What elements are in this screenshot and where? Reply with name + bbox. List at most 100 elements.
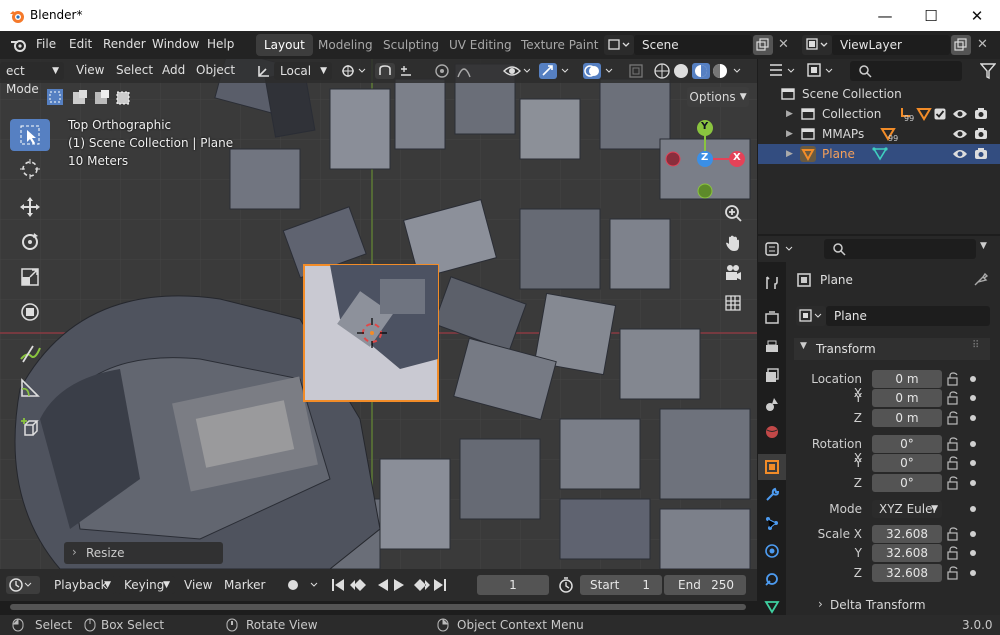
scene-remove-icon[interactable]: ✕ [778,37,789,52]
tab-particles[interactable] [758,510,786,536]
camera-view-button[interactable] [721,261,745,285]
outliner-row-mmaps[interactable]: ▶ MMAPs 99 [758,124,1000,144]
keyframe-dot[interactable] [970,506,976,512]
record-icon[interactable] [284,577,324,593]
tab-scene[interactable] [758,391,786,417]
outliner-search-input[interactable] [850,61,962,81]
lock-icon[interactable] [946,437,960,451]
tab-modifiers[interactable] [758,482,786,508]
expand-arrow-icon[interactable]: ▶ [786,144,793,164]
lock-icon[interactable] [946,566,960,580]
viewport-menu-add[interactable]: Add [162,63,185,77]
tab-constraints[interactable] [758,566,786,592]
tab-sculpting[interactable]: Sculpting [375,34,447,56]
keyframe-dot[interactable] [970,415,976,421]
selection-mode-icons[interactable] [46,88,141,106]
rotation-y-field[interactable]: 0° [872,454,942,472]
scale-y-field[interactable]: 32.608 [872,544,942,562]
keyframe-dot[interactable] [970,441,976,447]
display-mode-icon[interactable] [806,62,836,80]
tab-tool[interactable] [758,270,786,296]
keyframe-dot[interactable] [970,395,976,401]
overlay-toggle-icon[interactable] [582,62,618,80]
transform-panel-header[interactable]: ▼ Transform ⠿ [794,338,990,360]
select-box-tool[interactable] [10,119,50,151]
xray-toggle-icon[interactable] [628,63,646,79]
tab-world[interactable] [758,419,786,445]
timeline-scrubber[interactable] [0,601,757,615]
viewport-menu-view[interactable]: View [76,63,104,77]
chevron-down-icon[interactable]: ▼ [980,241,987,251]
drag-handle-icon[interactable]: ⠿ [972,340,979,351]
scene-name-field[interactable]: Scene [634,35,752,55]
move-tool[interactable] [10,191,50,223]
lock-icon[interactable] [946,476,960,490]
keyframe-dot[interactable] [970,376,976,382]
tab-output[interactable] [758,334,786,360]
pin-icon[interactable] [974,272,988,286]
tab-texture-paint[interactable]: Texture Paint [513,34,606,56]
orientation-dropdown[interactable]: Local ▼ [274,62,332,80]
lock-icon[interactable] [946,456,960,470]
eye-icon[interactable] [952,148,968,160]
location-x-field[interactable]: 0 m [872,370,942,388]
last-operator-panel[interactable]: › Resize [64,542,223,564]
menu-window[interactable]: Window [152,37,199,51]
lock-icon[interactable] [946,411,960,425]
scale-x-field[interactable]: 32.608 [872,525,942,543]
outliner-scene-collection[interactable]: Scene Collection [758,84,1000,104]
options-dropdown[interactable]: Options ▼ [687,87,749,107]
end-frame-field[interactable]: End 250 [664,575,746,595]
tab-render[interactable] [758,305,786,331]
timeline-menu-marker[interactable]: Marker [224,578,265,592]
eye-icon[interactable] [952,128,968,140]
menu-help[interactable]: Help [207,37,234,51]
mode-dropdown[interactable]: ect Mode ▼ [0,62,64,96]
measure-tool[interactable] [10,372,50,404]
playback-controls[interactable] [330,576,450,594]
shading-mode-icons[interactable] [652,62,748,80]
lock-icon[interactable] [946,372,960,386]
viewlayer-new-button[interactable] [951,35,971,55]
viewlayer-name-field[interactable]: ViewLayer [832,35,950,55]
lock-icon[interactable] [946,546,960,560]
visibility-icon[interactable] [502,63,530,79]
tab-modeling[interactable]: Modeling [310,34,381,56]
start-frame-field[interactable]: Start 1 [580,575,662,595]
rotate-tool[interactable] [10,226,50,258]
delta-transform-header[interactable]: › Delta Transform [794,595,990,615]
keyframe-dot[interactable] [970,480,976,486]
annotate-tool[interactable] [10,337,50,369]
location-z-field[interactable]: 0 m [872,409,942,427]
expand-arrow-icon[interactable]: ▶ [786,104,793,124]
outliner-row-plane[interactable]: ▶ Plane [758,144,1000,164]
editor-type-icon[interactable] [764,240,798,258]
viewlayer-browse-button[interactable] [802,35,832,55]
filter-icon[interactable] [980,62,996,80]
pan-button[interactable] [721,231,745,255]
lock-icon[interactable] [946,391,960,405]
keyframe-dot[interactable] [970,460,976,466]
add-cube-tool[interactable] [10,412,50,444]
object-browse-button[interactable] [796,306,826,326]
object-name-field[interactable]: Plane [826,306,990,326]
close-button[interactable]: ✕ [954,0,1000,31]
scale-z-field[interactable]: 32.608 [872,564,942,582]
3d-viewport[interactable]: Top Orthographic (1) Scene Collection | … [0,59,757,569]
viewport-menu-select[interactable]: Select [116,63,153,77]
editor-type-dropdown[interactable] [6,576,40,594]
snap-icon[interactable] [374,62,422,80]
checkbox-icon[interactable] [934,108,946,120]
scale-tool[interactable] [10,261,50,293]
menu-render[interactable]: Render [103,37,146,51]
timeline-menu-view[interactable]: View [184,578,212,592]
minimize-button[interactable]: — [862,0,908,31]
playback-dropdown[interactable]: Playback ▼ [48,576,116,594]
rotation-x-field[interactable]: 0° [872,435,942,453]
rotation-mode-dropdown[interactable]: XYZ Euler ▼ [872,500,942,518]
maximize-button[interactable]: ☐ [908,0,954,31]
expand-arrow-icon[interactable]: ▶ [786,124,793,144]
menu-file[interactable]: File [36,37,56,51]
eye-icon[interactable] [952,108,968,120]
properties-search-input[interactable] [824,239,976,259]
